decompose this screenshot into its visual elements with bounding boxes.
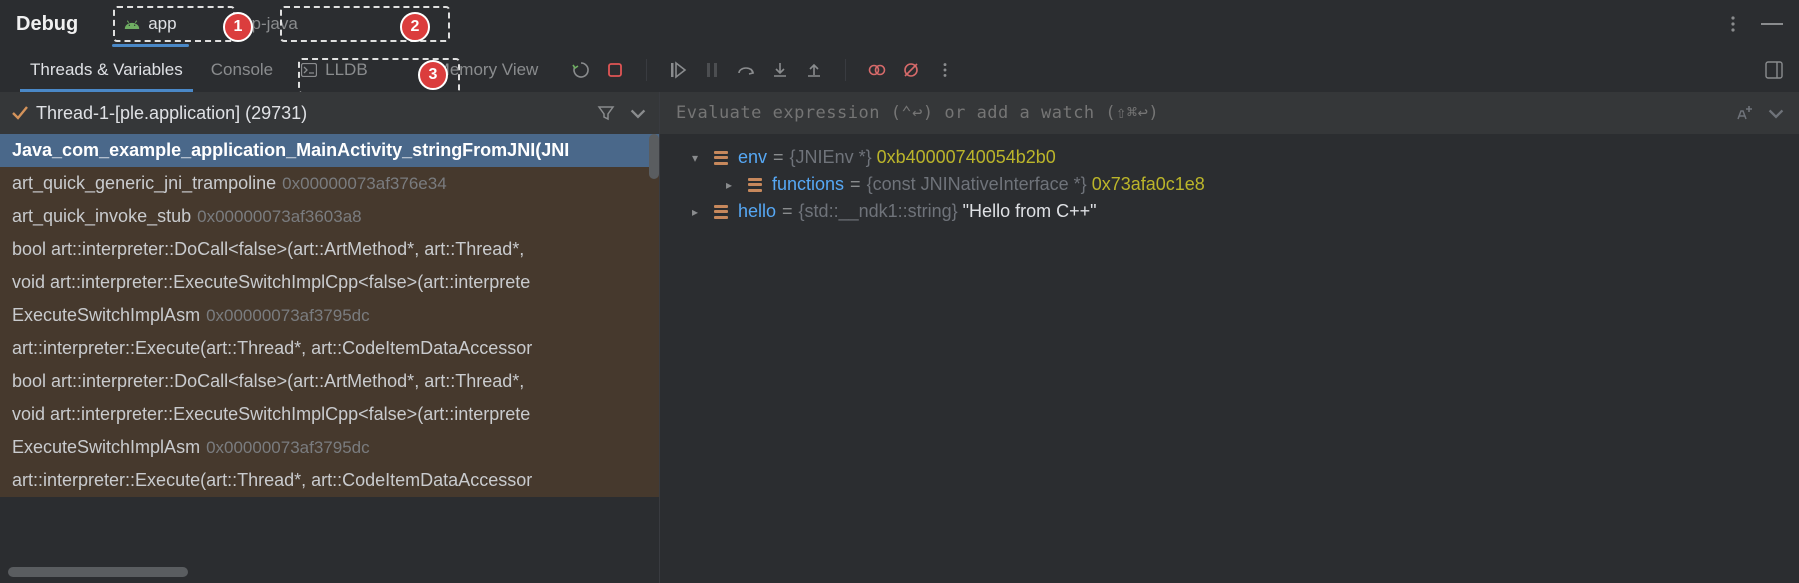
minimize-icon[interactable] — [1761, 23, 1783, 25]
stack-frame[interactable]: void art::interpreter::ExecuteSwitchImpl… — [0, 398, 659, 431]
rerun-icon[interactable] — [572, 61, 590, 79]
check-icon — [12, 106, 28, 120]
variable-icon — [748, 178, 764, 192]
runtab-app-java[interactable]: app-java — [211, 5, 320, 43]
subtab-threads-variables[interactable]: Threads & Variables — [16, 48, 197, 92]
evaluate-bar — [660, 92, 1799, 134]
stack-frame[interactable]: art_quick_generic_jni_trampoline 0x00000… — [0, 167, 659, 200]
stack-frame[interactable]: void art::interpreter::ExecuteSwitchImpl… — [0, 266, 659, 299]
stop-icon[interactable] — [606, 61, 624, 79]
add-watch-icon[interactable] — [1735, 104, 1753, 122]
stack-frame[interactable]: bool art::interpreter::DoCall<false>(art… — [0, 365, 659, 398]
stack-frame[interactable]: art::interpreter::Execute(art::Thread*, … — [0, 464, 659, 497]
variable-icon — [714, 205, 730, 219]
stack-frame[interactable]: ExecuteSwitchImplAsm 0x00000073af3795dc — [0, 299, 659, 332]
stack-frames-list[interactable]: Java_com_example_application_MainActivit… — [0, 134, 659, 583]
variable-row[interactable]: ▸ hello = {std::__ndk1::string} "Hello f… — [674, 198, 1785, 225]
step-into-icon[interactable] — [771, 61, 789, 79]
android-icon — [124, 19, 140, 29]
filter-icon[interactable] — [597, 104, 615, 122]
evaluate-input[interactable] — [674, 102, 1721, 124]
debug-action-icons — [572, 59, 954, 81]
debug-toolbar: Threads & Variables Console LLDB Memory … — [0, 48, 1799, 92]
subtab-console[interactable]: Console — [197, 48, 287, 92]
horizontal-scrollbar[interactable] — [8, 567, 188, 577]
stack-frame[interactable]: bool art::interpreter::DoCall<false>(art… — [0, 233, 659, 266]
debug-header: Debug app app-java — [0, 0, 1799, 48]
header-right-controls — [1723, 14, 1783, 34]
variable-icon — [714, 151, 730, 165]
step-over-icon[interactable] — [737, 61, 755, 79]
thread-dropdown-icon[interactable] — [629, 104, 647, 122]
variable-row[interactable]: ▸ functions = {const JNINativeInterface … — [674, 171, 1785, 198]
debug-title: Debug — [16, 13, 78, 36]
terminal-icon — [301, 63, 317, 77]
expander-down-icon[interactable]: ▾ — [692, 151, 706, 165]
stack-frame[interactable]: ExecuteSwitchImplAsm 0x00000073af3795dc — [0, 431, 659, 464]
stack-frame[interactable]: Java_com_example_application_MainActivit… — [0, 134, 659, 167]
threads-pane: Thread-1-[ple.application] (29731) Java_… — [0, 92, 660, 583]
more-icon[interactable] — [1723, 14, 1743, 34]
vertical-scrollbar[interactable] — [649, 134, 659, 179]
toolbar-right — [1765, 61, 1783, 79]
stack-frame[interactable]: art_quick_invoke_stub 0x00000073af3603a8 — [0, 200, 659, 233]
layout-settings-icon[interactable] — [1765, 61, 1783, 79]
subtab-memory-view[interactable]: Memory View — [422, 48, 553, 92]
variables-pane: ▾ env = {JNIEnv *} 0xb40000740054b2b0 ▸ … — [660, 92, 1799, 583]
runtab-app-label: app — [148, 14, 176, 34]
runtab-app-java-label: app-java — [233, 14, 298, 34]
pause-icon[interactable] — [703, 61, 721, 79]
main-split: Thread-1-[ple.application] (29731) Java_… — [0, 92, 1799, 583]
toolbar-more-icon[interactable] — [936, 61, 954, 79]
mute-breakpoints-icon[interactable] — [902, 61, 920, 79]
toolbar-separator — [646, 59, 647, 81]
variable-row[interactable]: ▾ env = {JNIEnv *} 0xb40000740054b2b0 — [674, 144, 1785, 171]
eval-dropdown-icon[interactable] — [1767, 104, 1785, 122]
expander-right-icon[interactable]: ▸ — [726, 178, 740, 192]
thread-bar: Thread-1-[ple.application] (29731) — [0, 92, 659, 134]
thread-title[interactable]: Thread-1-[ple.application] (29731) — [36, 103, 307, 124]
subtab-lldb[interactable]: LLDB — [287, 48, 382, 92]
step-out-icon[interactable] — [805, 61, 823, 79]
stack-frame[interactable]: art::interpreter::Execute(art::Thread*, … — [0, 332, 659, 365]
variables-tree[interactable]: ▾ env = {JNIEnv *} 0xb40000740054b2b0 ▸ … — [660, 134, 1799, 583]
expander-right-icon[interactable]: ▸ — [692, 205, 706, 219]
runtab-app[interactable]: app — [102, 5, 198, 43]
resume-icon[interactable] — [669, 61, 687, 79]
view-breakpoints-icon[interactable] — [868, 61, 886, 79]
toolbar-separator — [845, 59, 846, 81]
